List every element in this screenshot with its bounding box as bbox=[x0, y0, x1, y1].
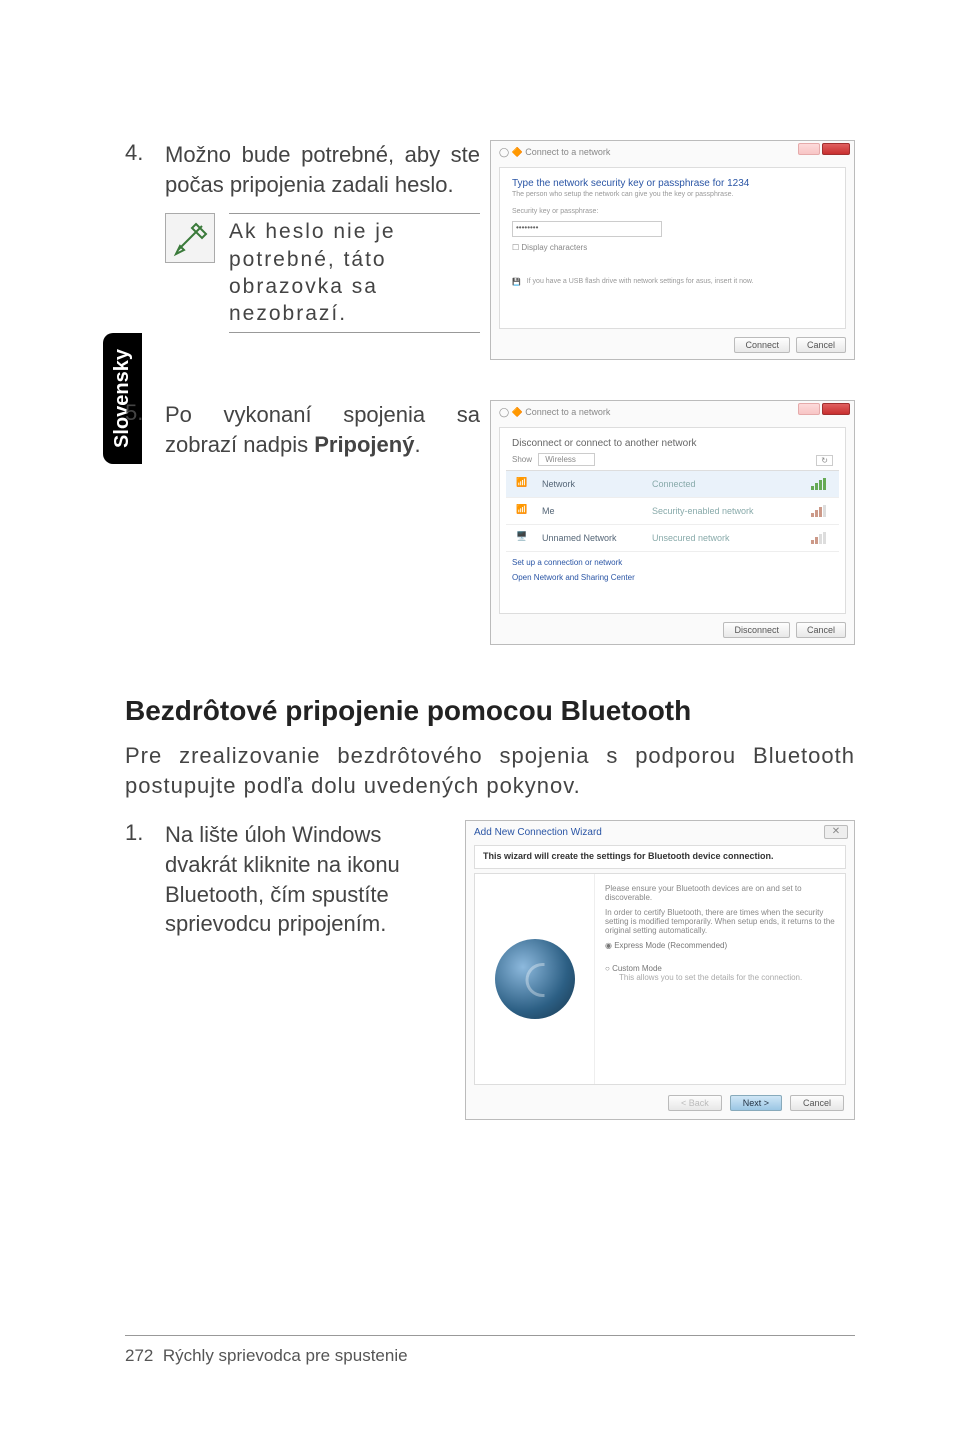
dialog4-hint: If you have a USB flash drive with netwo… bbox=[527, 278, 754, 286]
step-4-row: 4. Možno bude potrebné, aby ste počas pr… bbox=[125, 140, 480, 199]
step5-text-bold: Pripojený bbox=[314, 432, 414, 457]
footer-title: Rýchly sprievodca pre spustenie bbox=[163, 1346, 408, 1365]
show-dropdown[interactable]: Wireless bbox=[538, 453, 595, 466]
bt-step-1-text: Na lište úloh Windows dvakrát kliknite n… bbox=[165, 820, 455, 939]
refresh-button[interactable]: ↻ bbox=[816, 455, 833, 466]
cancel-button[interactable]: Cancel bbox=[796, 622, 846, 638]
network-list-dialog: ◯ 🔶 Connect to a network Disconnect or c… bbox=[490, 400, 855, 645]
network-key-dialog: ◯ 🔶 Connect to a network Type the networ… bbox=[490, 140, 855, 360]
usb-icon: 💾 bbox=[512, 278, 521, 286]
wifi-icon: 📶 bbox=[516, 504, 532, 518]
show-label: Show bbox=[512, 455, 532, 464]
signal-bars-icon bbox=[811, 532, 829, 544]
bt-step-1-section: 1. Na lište úloh Windows dvakrát kliknit… bbox=[125, 820, 855, 1120]
step5-text-c: . bbox=[414, 432, 420, 457]
network-name: Me bbox=[542, 506, 652, 516]
dialog4-label: Security key or passphrase: bbox=[512, 208, 833, 215]
page-number: 272 bbox=[125, 1346, 153, 1365]
pc-icon: 🖥️ bbox=[516, 531, 532, 545]
dialog4-title-text: Connect to a network bbox=[525, 147, 610, 157]
express-mode-radio[interactable]: ◉ Express Mode (Recommended) bbox=[605, 941, 835, 950]
cancel-button[interactable]: Cancel bbox=[796, 337, 846, 353]
wizard-line2: In order to certify Bluetooth, there are… bbox=[605, 908, 835, 935]
bt-step-1-row: 1. Na lište úloh Windows dvakrát kliknit… bbox=[125, 820, 455, 939]
wifi-icon: 📶 bbox=[516, 477, 532, 491]
wizard-body: Please ensure your Bluetooth devices are… bbox=[474, 873, 846, 1085]
network-status: Connected bbox=[652, 479, 811, 489]
security-key-input[interactable]: •••••••• bbox=[512, 221, 662, 237]
setup-connection-link[interactable]: Set up a connection or network bbox=[512, 558, 833, 567]
back-button: < Back bbox=[668, 1095, 722, 1111]
wizard-description: This wizard will create the settings for… bbox=[474, 845, 846, 869]
dialog4-heading: Type the network security key or passphr… bbox=[512, 178, 833, 189]
wizard-title: Add New Connection Wizard bbox=[474, 827, 814, 838]
dialog4-title: ◯ 🔶 Connect to a network bbox=[499, 147, 846, 165]
express-mode-label: Express Mode (Recommended) bbox=[614, 941, 727, 950]
signal-bars-icon bbox=[811, 478, 829, 490]
step-4-note: Ak heslo nie je potrebné, táto obrazovka… bbox=[165, 213, 480, 332]
step-4-number: 4. bbox=[125, 140, 165, 166]
bluetooth-wizard-dialog: Add New Connection Wizard ✕ This wizard … bbox=[465, 820, 855, 1120]
network-row[interactable]: 📶 Network Connected bbox=[506, 471, 839, 498]
step-5-section: 5. Po vykonaní spojenia sa zobrazí nadpi… bbox=[125, 400, 855, 645]
display-characters-checkbox[interactable]: ☐ Display characters bbox=[512, 243, 833, 252]
step-4-note-text: Ak heslo nie je potrebné, táto obrazovka… bbox=[229, 213, 480, 332]
display-characters-label: Display characters bbox=[521, 243, 587, 252]
next-button[interactable]: Next > bbox=[730, 1095, 782, 1111]
custom-mode-radio[interactable]: ○ Custom Mode bbox=[605, 964, 835, 973]
disconnect-button[interactable]: Disconnect bbox=[723, 622, 790, 638]
dialog5-heading: Disconnect or connect to another network bbox=[512, 438, 833, 449]
dialog5-title-text: Connect to a network bbox=[525, 407, 610, 417]
network-row[interactable]: 📶 Me Security-enabled network bbox=[506, 498, 839, 525]
page-footer: 272 Rýchly sprievodca pre spustenie bbox=[125, 1335, 855, 1366]
section-para-bluetooth: Pre zrealizovanie bezdrôtového spojenia … bbox=[125, 741, 855, 800]
note-icon bbox=[165, 213, 215, 263]
bluetooth-globe-icon bbox=[495, 939, 575, 1019]
step-5-text: Po vykonaní spojenia sa zobrazí nadpis P… bbox=[165, 400, 480, 459]
wizard-image-panel bbox=[475, 874, 595, 1084]
step-5-row: 5. Po vykonaní spojenia sa zobrazí nadpi… bbox=[125, 400, 480, 459]
network-status: Security-enabled network bbox=[652, 506, 811, 516]
signal-bars-icon bbox=[811, 505, 829, 517]
cancel-button[interactable]: Cancel bbox=[790, 1095, 844, 1111]
connect-button[interactable]: Connect bbox=[734, 337, 790, 353]
page-body: 4. Možno bude potrebné, aby ste počas pr… bbox=[125, 140, 855, 1120]
custom-mode-sub: This allows you to set the details for t… bbox=[619, 973, 835, 982]
dialog4-sub: The person who setup the network can giv… bbox=[512, 191, 833, 198]
wizard-line1: Please ensure your Bluetooth devices are… bbox=[605, 884, 835, 902]
custom-mode-label: Custom Mode bbox=[612, 964, 662, 973]
network-status: Unsecured network bbox=[652, 533, 811, 543]
bt-step-1-number: 1. bbox=[125, 820, 165, 846]
open-network-center-link[interactable]: Open Network and Sharing Center bbox=[512, 573, 833, 582]
dialog5-body: Disconnect or connect to another network… bbox=[499, 427, 846, 614]
wizard-close-icon[interactable]: ✕ bbox=[824, 825, 848, 839]
network-row[interactable]: 🖥️ Unnamed Network Unsecured network bbox=[506, 525, 839, 552]
dialog4-body: Type the network security key or passphr… bbox=[499, 167, 846, 329]
network-name: Unnamed Network bbox=[542, 533, 652, 543]
wizard-text-panel: Please ensure your Bluetooth devices are… bbox=[595, 874, 845, 1084]
step-4-text: Možno bude potrebné, aby ste počas pripo… bbox=[165, 140, 480, 199]
network-name: Network bbox=[542, 479, 652, 489]
step-4-section: 4. Možno bude potrebné, aby ste počas pr… bbox=[125, 140, 855, 360]
section-heading-bluetooth: Bezdrôtové pripojenie pomocou Bluetooth bbox=[125, 695, 855, 727]
step-5-number: 5. bbox=[125, 400, 165, 426]
dialog5-title: ◯ 🔶 Connect to a network bbox=[499, 407, 846, 425]
